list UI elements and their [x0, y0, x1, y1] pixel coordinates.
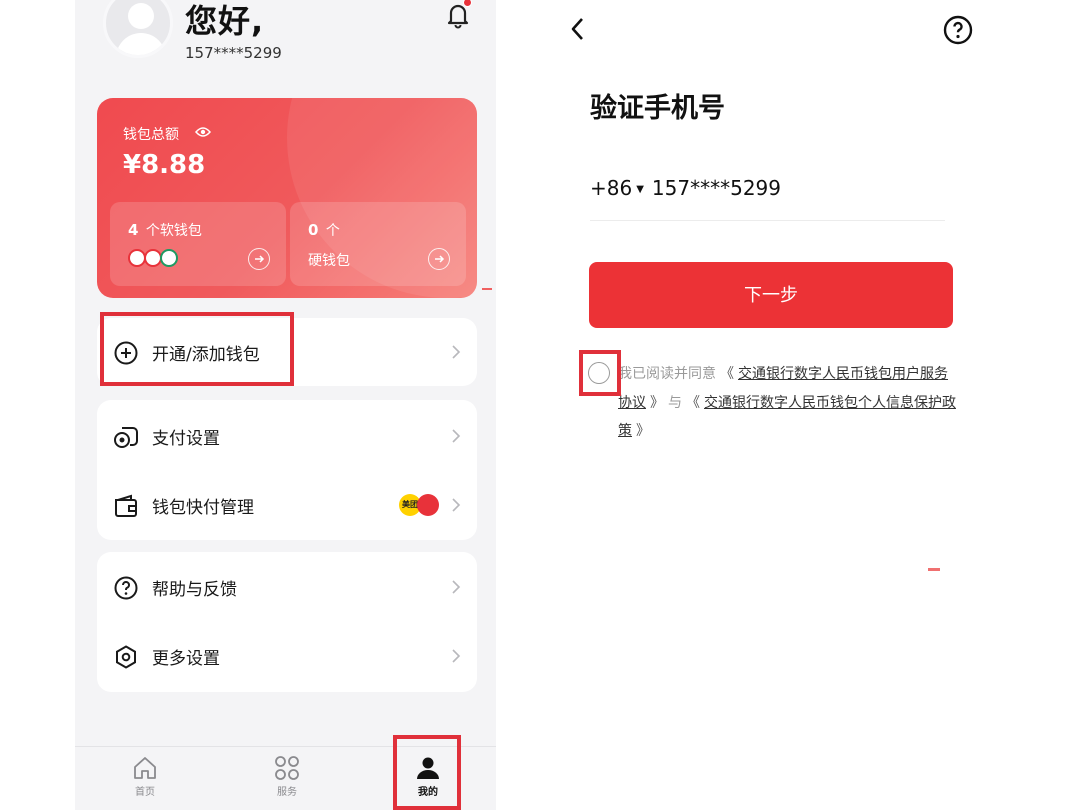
chevron-right-icon	[452, 649, 461, 663]
agreement-prefix: 我已阅读并同意	[618, 366, 716, 382]
highlight-agreement-checkbox	[579, 350, 621, 396]
wallet-home-screen: 您好, 157****5299 钱包总额 ¥8.88 4 个软钱包 0 个 硬钱…	[75, 0, 496, 810]
highlight-tab-mine	[393, 735, 461, 810]
merchant-logo-icon	[417, 494, 439, 516]
hard-wallet-count: 0	[308, 221, 319, 239]
phone-value: 157****5299	[651, 176, 781, 200]
next-button[interactable]: 下一步	[589, 262, 953, 328]
soft-wallet-card[interactable]: 4 个软钱包	[110, 202, 286, 286]
hard-wallet-unit: 个	[325, 223, 340, 239]
help-menu-card: 帮助与反馈 更多设置	[97, 552, 477, 692]
tab-home[interactable]: 首页	[115, 753, 175, 809]
payment-menu-card: 支付设置 钱包快付管理 美团	[97, 400, 477, 540]
quote-open: 《	[720, 366, 734, 382]
agreement-text: 我已阅读并同意《交通银行数字人民币钱包用户服务协议》与《交通银行数字人民币钱包个…	[618, 360, 958, 446]
chevron-right-icon	[452, 498, 461, 512]
hard-wallet-label: 硬钱包	[308, 253, 350, 269]
hard-wallet-card[interactable]: 0 个 硬钱包	[290, 202, 466, 286]
divider	[590, 220, 945, 221]
hexagon-settings-icon	[116, 645, 136, 669]
phone-input[interactable]: +86 ▼ 157****5299	[590, 176, 781, 200]
chevron-right-icon	[452, 580, 461, 594]
verify-phone-screen: 验证手机号 +86 ▼ 157****5299 下一步 我已阅读并同意《交通银行数字…	[540, 0, 1080, 810]
quote-close: 》	[636, 423, 650, 439]
wallet-icon	[115, 494, 137, 517]
bank-logos-icon	[128, 249, 178, 267]
edge-mark	[928, 568, 940, 571]
more-settings-row[interactable]: 更多设置	[97, 622, 477, 690]
arrow-right-circle-icon[interactable]	[248, 248, 270, 270]
payment-settings-row[interactable]: 支付设置	[97, 402, 477, 470]
agreement-and: 与	[668, 394, 682, 411]
payment-settings-label: 支付设置	[152, 429, 220, 449]
tab-services[interactable]: 服务	[257, 753, 317, 809]
soft-wallet-label: 个软钱包	[145, 223, 202, 239]
quick-pay-label: 钱包快付管理	[152, 498, 254, 518]
more-settings-label: 更多设置	[152, 649, 220, 669]
help-feedback-row[interactable]: 帮助与反馈	[97, 553, 477, 621]
soft-wallet-count: 4	[128, 221, 139, 239]
chevron-right-icon	[452, 345, 461, 359]
greeting: 您好,	[185, 2, 265, 40]
quote-open: 《	[686, 394, 700, 411]
masked-phone: 157****5299	[185, 44, 282, 62]
arrow-right-circle-icon[interactable]	[428, 248, 450, 270]
page-title: 验证手机号	[590, 93, 725, 124]
tab-home-label: 首页	[135, 787, 155, 798]
country-code-select[interactable]: +86	[590, 176, 632, 200]
coins-icon	[114, 427, 138, 448]
wallet-total-label: 钱包总额	[123, 127, 179, 143]
quote-close: 》	[650, 394, 664, 411]
question-circle-icon	[114, 576, 138, 600]
help-icon[interactable]	[943, 15, 973, 45]
caret-down-icon: ▼	[636, 184, 644, 195]
grid-icon	[275, 756, 299, 780]
quick-pay-row[interactable]: 钱包快付管理 美团	[97, 471, 477, 539]
tab-services-label: 服务	[277, 787, 297, 798]
avatar[interactable]	[103, 0, 173, 58]
back-icon[interactable]	[568, 16, 588, 42]
wallet-summary-card: 钱包总额 ¥8.88 4 个软钱包 0 个 硬钱包	[97, 98, 477, 298]
edge-mark	[482, 288, 492, 290]
eye-icon[interactable]	[195, 125, 211, 139]
chevron-right-icon	[452, 429, 461, 443]
wallet-total-amount: ¥8.88	[123, 150, 206, 180]
home-icon	[134, 757, 156, 779]
highlight-add-wallet	[100, 312, 294, 386]
help-feedback-label: 帮助与反馈	[152, 580, 237, 600]
